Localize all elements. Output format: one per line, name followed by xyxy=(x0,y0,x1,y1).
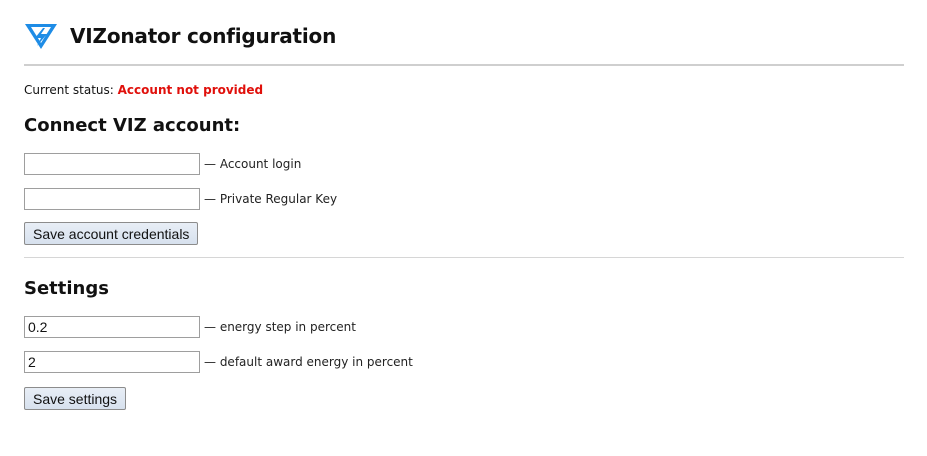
energy-step-label: — energy step in percent xyxy=(204,320,356,334)
energy-step-row: — energy step in percent xyxy=(24,316,904,338)
account-actions: Save account credentials xyxy=(24,222,904,245)
award-energy-label: — default award energy in percent xyxy=(204,355,413,369)
config-page: VIZonator configuration Current status: … xyxy=(24,0,904,410)
save-settings-button[interactable]: Save settings xyxy=(24,387,127,410)
private-key-input[interactable] xyxy=(24,188,200,210)
private-key-label: — Private Regular Key xyxy=(204,192,338,206)
viz-logo-icon xyxy=(24,22,58,50)
settings-heading: Settings xyxy=(24,278,109,299)
connect-account-heading: Connect VIZ account: xyxy=(24,115,241,136)
account-login-input[interactable] xyxy=(24,153,200,175)
section-divider xyxy=(24,257,904,258)
award-energy-row: — default award energy in percent xyxy=(24,351,904,373)
page-title: VIZonator configuration xyxy=(70,24,337,48)
status-line: Current status: Account not provided xyxy=(24,82,904,98)
save-account-button[interactable]: Save account credentials xyxy=(24,222,199,245)
settings-actions: Save settings xyxy=(24,387,904,410)
status-label: Current status: xyxy=(24,83,114,97)
account-login-row: — Account login xyxy=(24,153,904,175)
account-login-label: — Account login xyxy=(204,157,302,171)
energy-step-input[interactable] xyxy=(24,316,200,338)
private-key-row: — Private Regular Key xyxy=(24,188,904,210)
award-energy-input[interactable] xyxy=(24,351,200,373)
page-header: VIZonator configuration xyxy=(24,0,904,66)
status-value: Account not provided xyxy=(117,83,264,97)
